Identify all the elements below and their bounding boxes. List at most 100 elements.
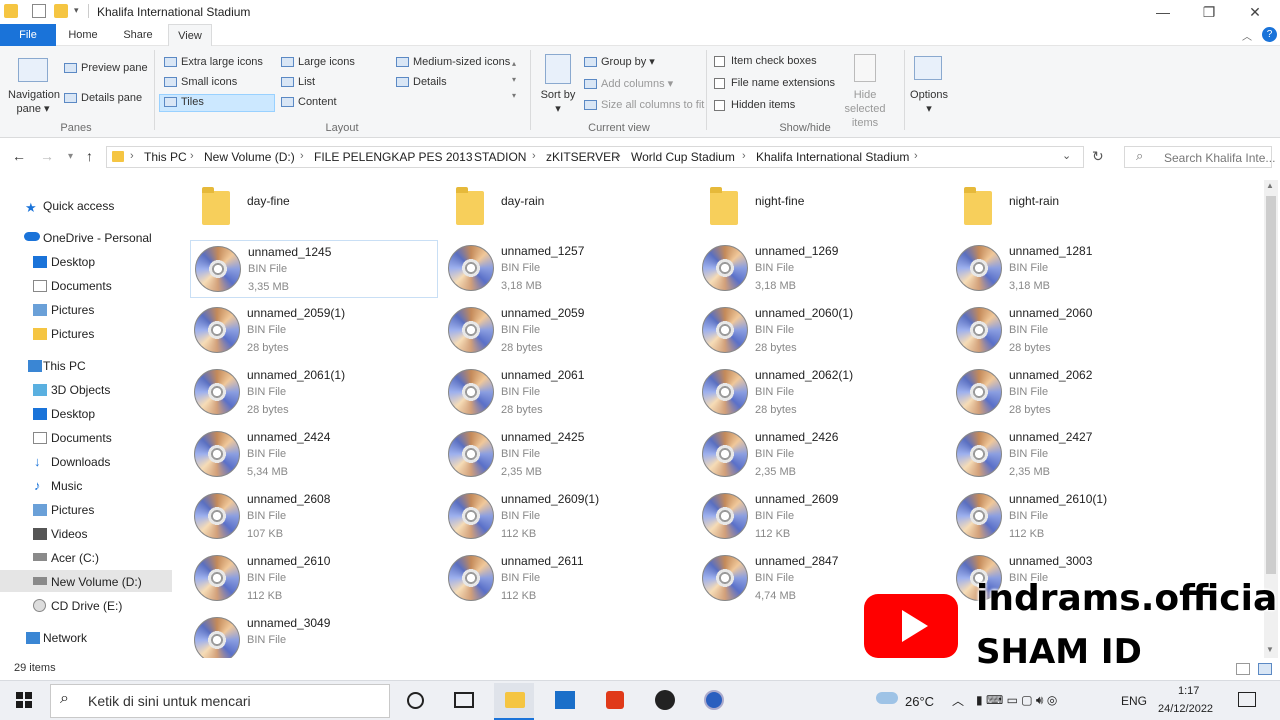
language-indicator[interactable]: ENG	[1121, 694, 1147, 708]
file-tile[interactable]: unnamed_2060 BIN File 28 bytes	[952, 302, 1200, 360]
weather-icon[interactable]	[876, 692, 898, 704]
folder-tile[interactable]: day-fine	[190, 186, 438, 232]
file-extensions-toggle[interactable]: File name extensions	[714, 77, 835, 89]
scroll-up-arrow[interactable]: ▲	[1266, 181, 1274, 190]
file-tile[interactable]: unnamed_2061 BIN File 28 bytes	[444, 364, 692, 422]
options-button[interactable]: Options ▾	[906, 88, 952, 116]
file-tile[interactable]: unnamed_2060(1) BIN File 28 bytes	[698, 302, 946, 360]
hidden-items-toggle[interactable]: Hidden items	[714, 99, 795, 111]
extra-large-icons-option[interactable]: Extra large icons	[164, 56, 263, 68]
details-pane-button[interactable]: Details pane	[64, 92, 142, 104]
taskbar-search-placeholder[interactable]: Ketik di sini untuk mencari	[88, 693, 251, 709]
breadcrumb-zkitserver[interactable]: zKITSERVER	[546, 150, 620, 164]
list-option[interactable]: List	[281, 76, 315, 88]
breadcrumb-separator[interactable]: ›	[190, 150, 194, 162]
sidebar-item-cd-drive-e[interactable]: CD Drive (E:)	[51, 595, 122, 617]
clock-time[interactable]: 1:17	[1178, 685, 1199, 697]
file-tile[interactable]: unnamed_2425 BIN File 2,35 MB	[444, 426, 692, 484]
breadcrumb-separator[interactable]: ›	[532, 150, 536, 162]
file-tile[interactable]: unnamed_2059 BIN File 28 bytes	[444, 302, 692, 360]
task-view-icon[interactable]	[454, 692, 474, 708]
tray-icons[interactable]: ▮ ⌨ ▭ ▢ 🔊︎ ◎	[976, 693, 1057, 708]
sidebar-item-new-volume-d[interactable]: New Volume (D:)	[51, 571, 142, 593]
details-view-icon[interactable]	[1236, 663, 1250, 675]
folder-tile[interactable]: night-fine	[698, 186, 946, 232]
sort-by-button[interactable]: Sort by ▾	[538, 88, 578, 116]
preview-pane-button[interactable]: Preview pane	[64, 62, 148, 74]
file-tile[interactable]: unnamed_2609 BIN File 112 KB	[698, 488, 946, 546]
back-button[interactable]: ←	[12, 148, 26, 164]
file-tile[interactable]: unnamed_1245 BIN File 3,35 MB	[190, 240, 438, 298]
file-tile[interactable]: unnamed_2427 BIN File 2,35 MB	[952, 426, 1200, 484]
app-icon[interactable]	[655, 690, 675, 710]
tab-home[interactable]: Home	[60, 24, 106, 46]
sidebar-item-videos[interactable]: Videos	[51, 523, 87, 545]
office-icon[interactable]	[606, 691, 624, 709]
item-check-boxes-checkbox[interactable]	[714, 55, 725, 67]
breadcrumb-separator[interactable]: ›	[460, 150, 464, 162]
breadcrumb-new-volume[interactable]: New Volume (D:)	[204, 150, 295, 164]
collapse-ribbon-icon[interactable]: ︿	[1242, 28, 1252, 43]
file-tile[interactable]: unnamed_1281 BIN File 3,18 MB	[952, 240, 1200, 298]
help-icon[interactable]: ?	[1262, 27, 1277, 42]
file-tile[interactable]: unnamed_2424 BIN File 5,34 MB	[190, 426, 438, 484]
breadcrumb-khalifa[interactable]: Khalifa International Stadium	[756, 150, 909, 164]
sidebar-item-od-documents[interactable]: Documents	[51, 275, 112, 297]
breadcrumb-file-pelengkap[interactable]: FILE PELENGKAP PES 2013	[314, 150, 473, 164]
sidebar-item-network[interactable]: Network	[43, 627, 87, 649]
file-tile[interactable]: unnamed_2610(1) BIN File 112 KB	[952, 488, 1200, 546]
tab-file[interactable]: File	[0, 24, 56, 46]
sidebar-item-pictures[interactable]: Pictures	[51, 499, 94, 521]
address-dropdown-icon[interactable]: ⌄	[1062, 149, 1071, 162]
small-icons-option[interactable]: Small icons	[164, 76, 237, 88]
file-tile[interactable]: unnamed_2426 BIN File 2,35 MB	[698, 426, 946, 484]
file-tile[interactable]: unnamed_2061(1) BIN File 28 bytes	[190, 364, 438, 422]
sidebar-item-onedrive[interactable]: OneDrive - Personal	[43, 227, 152, 249]
file-tile[interactable]: unnamed_3049 BIN File	[190, 612, 438, 658]
cortana-icon[interactable]	[407, 692, 424, 709]
file-tile[interactable]: unnamed_2611 BIN File 112 KB	[444, 550, 692, 608]
sidebar-item-downloads[interactable]: Downloads	[51, 451, 110, 473]
breadcrumb-world-cup-stadium[interactable]: World Cup Stadium	[631, 150, 735, 164]
app-icon[interactable]	[704, 690, 724, 710]
clock-date[interactable]: 24/12/2022	[1158, 703, 1213, 715]
tab-view[interactable]: View	[168, 24, 212, 46]
file-tile[interactable]: unnamed_2610 BIN File 112 KB	[190, 550, 438, 608]
file-tile[interactable]: unnamed_2609(1) BIN File 112 KB	[444, 488, 692, 546]
group-by-button[interactable]: Group by ▾	[584, 55, 655, 68]
folder-tile[interactable]: day-rain	[444, 186, 692, 232]
large-icons-view-icon[interactable]	[1258, 663, 1272, 675]
breadcrumb-separator[interactable]: ›	[914, 150, 918, 162]
notification-icon[interactable]	[1238, 692, 1256, 707]
breadcrumb-separator[interactable]: ›	[130, 150, 134, 162]
store-icon[interactable]	[555, 691, 575, 709]
breadcrumb-stadion[interactable]: STADION	[474, 150, 526, 164]
customize-quick-access-icon[interactable]: ▾	[74, 5, 79, 16]
tab-share[interactable]: Share	[114, 24, 162, 46]
sidebar-item-desktop[interactable]: Desktop	[51, 403, 95, 425]
sidebar-item-pictures-folder[interactable]: Pictures	[51, 323, 94, 345]
add-columns-button[interactable]: Add columns ▾	[584, 77, 673, 90]
large-icons-option[interactable]: Large icons	[281, 56, 355, 68]
file-tile[interactable]: unnamed_1269 BIN File 3,18 MB	[698, 240, 946, 298]
scrollbar-thumb[interactable]	[1266, 196, 1276, 574]
scroll-down-arrow[interactable]: ▼	[1266, 645, 1274, 654]
file-tile[interactable]: unnamed_2059(1) BIN File 28 bytes	[190, 302, 438, 360]
recent-locations-button[interactable]: ▾	[68, 151, 73, 162]
properties-icon[interactable]	[32, 4, 46, 18]
size-columns-button[interactable]: Size all columns to fit	[584, 99, 704, 111]
breadcrumb-separator[interactable]: ›	[300, 150, 304, 162]
sidebar-item-quick-access[interactable]: Quick access	[43, 195, 114, 217]
new-folder-icon[interactable]	[54, 4, 68, 18]
navigation-pane-button[interactable]: Navigation pane ▾	[8, 88, 60, 116]
file-tile[interactable]: unnamed_2062(1) BIN File 28 bytes	[698, 364, 946, 422]
up-button[interactable]: ↑	[86, 148, 93, 164]
weather-temperature[interactable]: 26°C	[905, 694, 934, 709]
sidebar-item-acer-c[interactable]: Acer (C:)	[51, 547, 99, 569]
windows-start-icon[interactable]	[16, 692, 32, 708]
show-hidden-icons-icon[interactable]: ︿	[952, 692, 964, 709]
file-tile[interactable]: unnamed_2608 BIN File 107 KB	[190, 488, 438, 546]
medium-icons-option[interactable]: Medium-sized icons	[396, 56, 510, 68]
file-tile[interactable]: unnamed_1257 BIN File 3,18 MB	[444, 240, 692, 298]
sidebar-item-documents[interactable]: Documents	[51, 427, 112, 449]
